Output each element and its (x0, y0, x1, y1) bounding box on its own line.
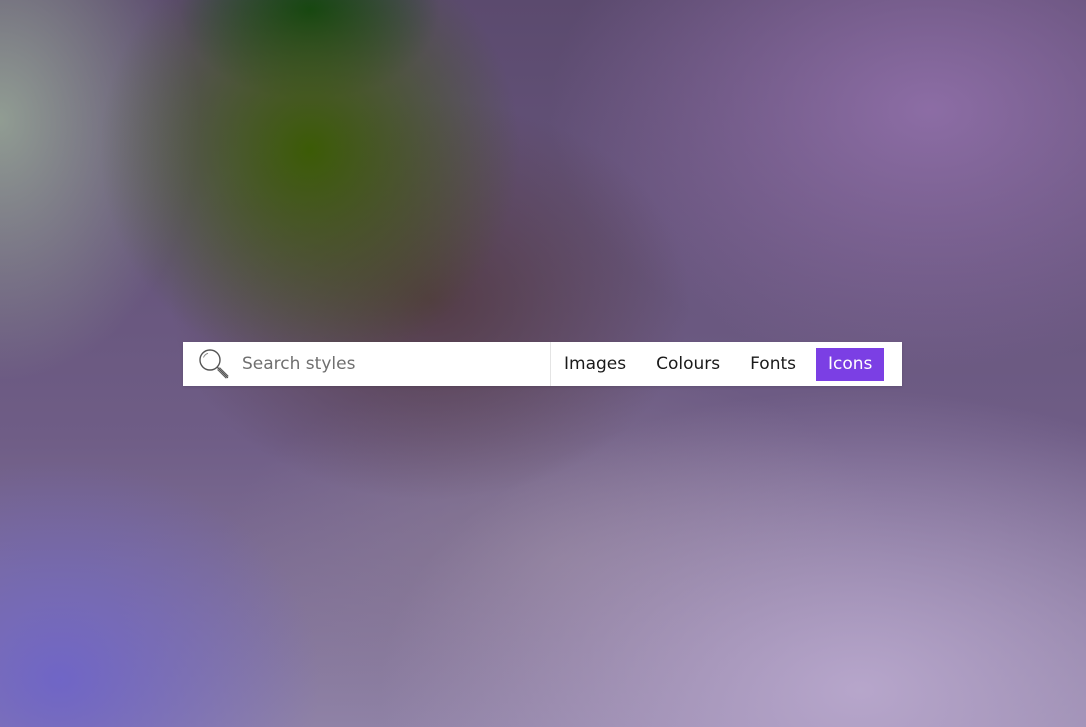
tab-icons[interactable]: Icons (816, 347, 885, 381)
search-input[interactable] (242, 354, 532, 374)
tab-colours[interactable]: Colours (646, 348, 730, 381)
search-area[interactable] (183, 342, 551, 386)
style-search-bar: Images Colours Fonts Icons (183, 342, 902, 386)
tab-images[interactable]: Images (554, 348, 636, 381)
search-icon (197, 347, 231, 381)
style-tabs: Images Colours Fonts Icons (551, 342, 885, 386)
tab-fonts[interactable]: Fonts (740, 348, 806, 381)
